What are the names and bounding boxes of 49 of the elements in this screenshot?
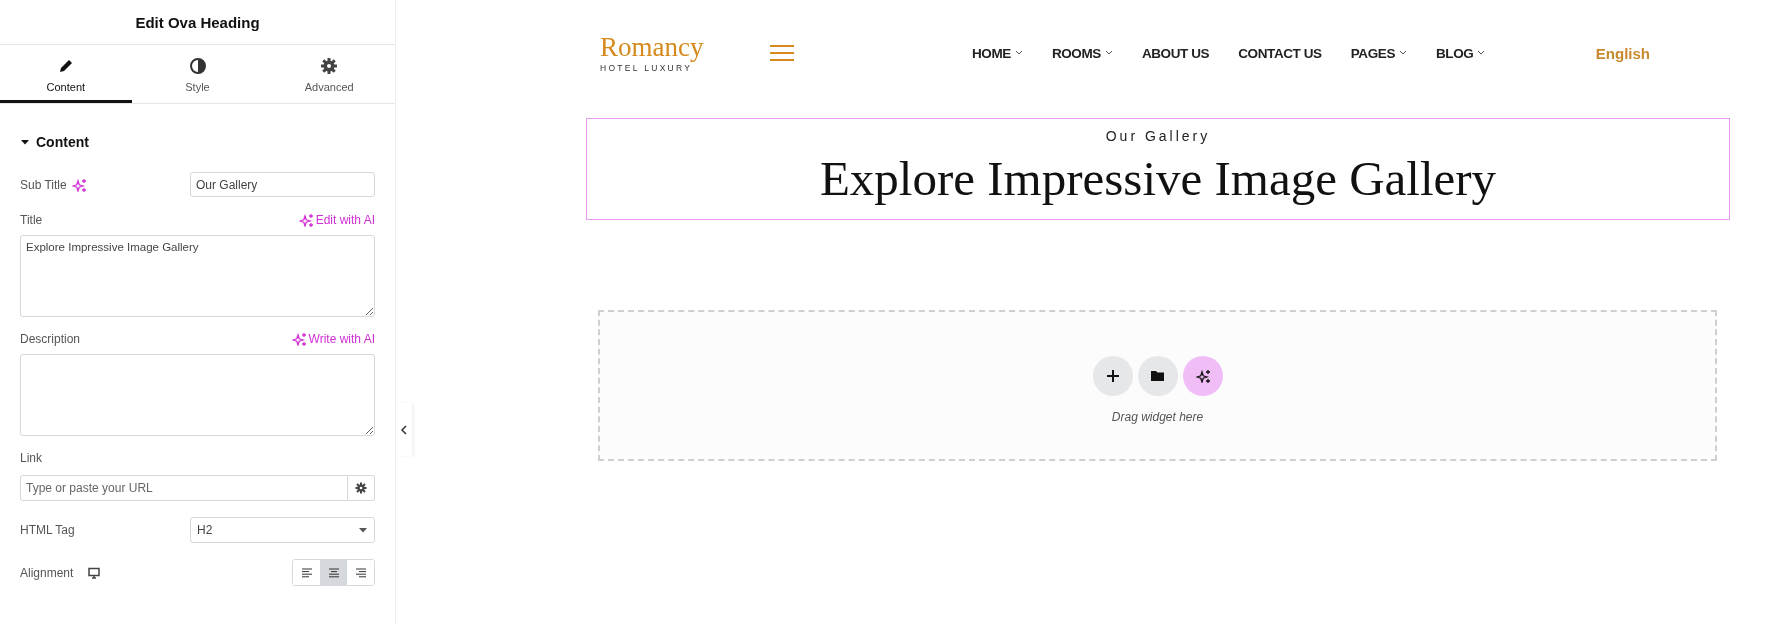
ai-link[interactable]: Edit with AI: [298, 213, 375, 227]
align-left-icon: [300, 566, 313, 579]
folder-icon: [1151, 370, 1164, 381]
logo-tagline: HOTEL LUXURY: [600, 63, 694, 73]
settings-icon: [320, 56, 339, 75]
nav-link[interactable]: PAGES: [1350, 45, 1407, 61]
nav-link[interactable]: HOME: [972, 45, 1023, 61]
text-area[interactable]: Explore Impressive Image Gallery: [20, 235, 375, 317]
heading-title: Explore Impressive Image Gallery: [818, 150, 1498, 208]
field-label: Alignment: [20, 565, 74, 580]
monitor-icon: [88, 566, 101, 579]
align-button[interactable]: [320, 560, 347, 585]
url-field[interactable]: Type or paste your URL: [20, 475, 348, 501]
tab[interactable]: Content: [0, 45, 132, 103]
panel-title: Edit Ova Heading: [0, 0, 395, 45]
text-field[interactable]: Our Gallery: [190, 172, 375, 197]
ai-link[interactable]: Write with AI: [291, 332, 375, 346]
align-right-icon: [354, 566, 367, 579]
ai-button[interactable]: [1182, 355, 1223, 396]
sparkle-icon: [298, 213, 313, 227]
field-label: Sub Title: [20, 177, 67, 192]
nav-link[interactable]: BLOG: [1436, 45, 1486, 61]
tab[interactable]: Advanced: [263, 45, 395, 103]
section-toggle[interactable]: Content: [20, 134, 89, 150]
caret-down-icon: [20, 137, 30, 147]
drop-hint: Drag widget here: [1111, 409, 1204, 424]
half-circle-icon: [188, 56, 207, 75]
field-label: HTML Tag: [20, 523, 75, 537]
settings-icon: [355, 482, 367, 494]
chevron-left-icon: [400, 424, 408, 435]
heading-subtitle: Our Gallery: [1104, 128, 1212, 144]
caret-down-icon: [358, 525, 368, 535]
menu-icon: [770, 45, 794, 61]
alignment-control[interactable]: [292, 559, 375, 586]
nav-link[interactable]: ROOMS: [1051, 45, 1113, 61]
heading-widget[interactable]: Our Gallery Explore Impressive Image Gallery: [586, 118, 1730, 220]
field-label: Link: [20, 451, 42, 465]
sparkle-icon: [291, 332, 306, 346]
nav-link[interactable]: CONTACT US: [1238, 45, 1322, 61]
field-label: Description: [20, 332, 81, 346]
sparkle-icon: [1195, 368, 1210, 383]
tab[interactable]: Style: [131, 45, 264, 103]
align-center-icon: [327, 566, 340, 579]
collapse-panel-button[interactable]: [396, 403, 412, 456]
field-label: Title: [20, 213, 43, 227]
link-options-button[interactable]: [348, 475, 375, 501]
select-field[interactable]: H2: [190, 517, 375, 543]
nav-link[interactable]: ABOUT US: [1141, 45, 1210, 61]
plus-icon: [1106, 369, 1119, 382]
